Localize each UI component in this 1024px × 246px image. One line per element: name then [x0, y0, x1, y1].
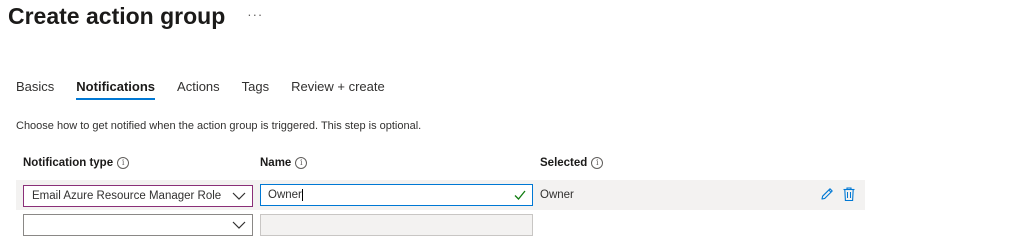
info-icon[interactable]: i [295, 157, 308, 169]
checkmark-icon [514, 189, 526, 204]
page-title: Create action group [8, 2, 226, 29]
tab-review-create[interactable]: Review + create [291, 78, 385, 100]
name-input-value: Owner [268, 189, 302, 201]
delete-icon[interactable] [842, 186, 856, 207]
tab-bar: Basics Notifications Actions Tags Review… [16, 78, 407, 100]
column-header-label: Selected [540, 157, 588, 169]
info-icon[interactable]: i [117, 157, 130, 169]
column-header-name: Name i [260, 157, 308, 169]
notification-type-select-empty[interactable] [23, 214, 253, 236]
column-header-selected: Selected i [540, 157, 604, 169]
tab-notifications[interactable]: Notifications [76, 78, 155, 100]
tab-tags[interactable]: Tags [242, 78, 269, 100]
notification-type-select[interactable]: Email Azure Resource Manager Role [23, 185, 253, 207]
section-description: Choose how to get notified when the acti… [16, 120, 422, 132]
name-input[interactable]: Owner [260, 184, 533, 206]
more-icon[interactable]: ··· [247, 7, 263, 22]
tab-basics[interactable]: Basics [16, 78, 54, 100]
chevron-down-icon[interactable] [232, 219, 246, 234]
chevron-down-icon[interactable] [232, 190, 246, 205]
page-header: Create action group ··· [8, 0, 263, 32]
selected-value: Owner [540, 189, 574, 201]
info-icon[interactable]: i [591, 157, 604, 169]
edit-icon[interactable] [819, 186, 835, 207]
column-header-notification-type: Notification type i [23, 157, 130, 169]
column-header-label: Notification type [23, 157, 114, 169]
name-input-disabled [260, 214, 533, 236]
notification-type-value: Email Azure Resource Manager Role [32, 190, 222, 202]
tab-actions[interactable]: Actions [177, 78, 220, 100]
column-header-label: Name [260, 157, 292, 169]
text-cursor [301, 189, 303, 201]
